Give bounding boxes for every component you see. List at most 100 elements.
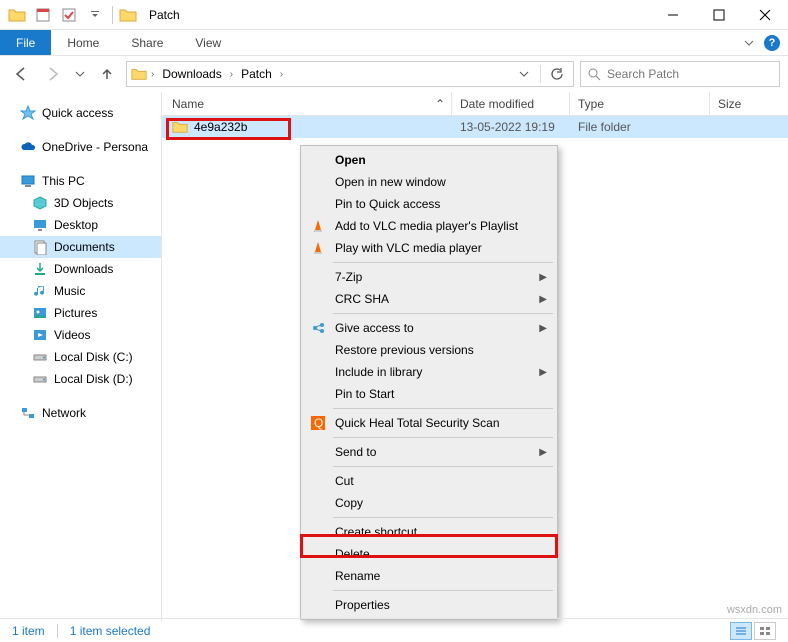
recent-dropdown[interactable] bbox=[72, 61, 88, 87]
watermark: wsxdn.com bbox=[727, 604, 782, 616]
qat-checkbox-icon[interactable] bbox=[58, 4, 80, 26]
vlc-icon bbox=[309, 239, 327, 257]
ribbon-tabs: File Home Share View ? bbox=[0, 30, 788, 56]
qat-divider bbox=[112, 6, 113, 24]
qat-dropdown-icon[interactable] bbox=[84, 4, 106, 26]
ctx-rename[interactable]: Rename bbox=[303, 565, 555, 587]
sidebar-onedrive[interactable]: OneDrive - Persona bbox=[0, 136, 161, 158]
ctx-vlc-play[interactable]: Play with VLC media player bbox=[303, 237, 555, 259]
forward-button[interactable] bbox=[40, 61, 66, 87]
column-size[interactable]: Size bbox=[710, 92, 770, 115]
cloud-icon bbox=[20, 139, 36, 155]
chevron-right-icon[interactable]: › bbox=[151, 69, 154, 80]
ctx-pin-quick-access[interactable]: Pin to Quick access bbox=[303, 193, 555, 215]
status-item-count: 1 item bbox=[12, 624, 45, 638]
ctx-open[interactable]: Open bbox=[303, 149, 555, 171]
close-button[interactable] bbox=[742, 0, 788, 30]
refresh-button[interactable] bbox=[545, 63, 569, 85]
quickheal-icon: Q bbox=[309, 414, 327, 432]
home-tab[interactable]: Home bbox=[51, 30, 115, 55]
divider bbox=[57, 624, 58, 638]
ctx-vlc-add-playlist[interactable]: Add to VLC media player's Playlist bbox=[303, 215, 555, 237]
sidebar-videos[interactable]: Videos bbox=[0, 324, 161, 346]
sidebar-music[interactable]: Music bbox=[0, 280, 161, 302]
qat-properties-icon[interactable] bbox=[32, 4, 54, 26]
breadcrumb-downloads[interactable]: Downloads bbox=[158, 67, 225, 81]
search-icon bbox=[587, 67, 601, 81]
svg-text:Q: Q bbox=[314, 416, 323, 430]
sidebar-local-disk-c[interactable]: Local Disk (C:) bbox=[0, 346, 161, 368]
sidebar-pictures[interactable]: Pictures bbox=[0, 302, 161, 324]
address-folder-icon bbox=[131, 66, 147, 82]
status-selection: 1 item selected bbox=[70, 624, 151, 638]
network-icon bbox=[20, 405, 36, 421]
ctx-copy[interactable]: Copy bbox=[303, 492, 555, 514]
share-icon bbox=[309, 319, 327, 337]
ctx-give-access[interactable]: Give access to▶ bbox=[303, 317, 555, 339]
videos-icon bbox=[32, 327, 48, 343]
up-button[interactable] bbox=[94, 61, 120, 87]
ctx-restore-versions[interactable]: Restore previous versions bbox=[303, 339, 555, 361]
search-placeholder: Search Patch bbox=[607, 67, 679, 81]
sidebar-documents[interactable]: Documents bbox=[0, 236, 161, 258]
ctx-cut[interactable]: Cut bbox=[303, 470, 555, 492]
chevron-right-icon[interactable]: › bbox=[280, 69, 283, 80]
ctx-crc-sha[interactable]: CRC SHA▶ bbox=[303, 288, 555, 310]
sidebar-desktop[interactable]: Desktop bbox=[0, 214, 161, 236]
maximize-button[interactable] bbox=[696, 0, 742, 30]
file-tab[interactable]: File bbox=[0, 30, 51, 55]
ctx-include-library[interactable]: Include in library▶ bbox=[303, 361, 555, 383]
ctx-delete[interactable]: Delete bbox=[303, 543, 555, 565]
menu-separator bbox=[333, 262, 553, 263]
menu-separator bbox=[333, 517, 553, 518]
sidebar-this-pc[interactable]: This PC bbox=[0, 170, 161, 192]
back-button[interactable] bbox=[8, 61, 34, 87]
file-row[interactable]: 4e9a232b 13-05-2022 19:19 File folder bbox=[162, 116, 788, 138]
column-type[interactable]: Type bbox=[570, 92, 710, 115]
ribbon-expand-icon[interactable] bbox=[744, 38, 754, 48]
ctx-7zip[interactable]: 7-Zip▶ bbox=[303, 266, 555, 288]
menu-separator bbox=[333, 408, 553, 409]
menu-separator bbox=[333, 466, 553, 467]
submenu-arrow-icon: ▶ bbox=[539, 323, 547, 334]
drive-icon bbox=[32, 349, 48, 365]
window-title: Patch bbox=[149, 8, 180, 22]
submenu-arrow-icon: ▶ bbox=[539, 272, 547, 283]
ctx-quick-heal-scan[interactable]: QQuick Heal Total Security Scan bbox=[303, 412, 555, 434]
details-view-button[interactable] bbox=[730, 622, 752, 640]
ctx-pin-start[interactable]: Pin to Start bbox=[303, 383, 555, 405]
search-input[interactable]: Search Patch bbox=[580, 61, 780, 87]
menu-separator bbox=[333, 313, 553, 314]
help-icon[interactable]: ? bbox=[764, 35, 780, 51]
pc-icon bbox=[20, 173, 36, 189]
sidebar-network[interactable]: Network bbox=[0, 402, 161, 424]
sort-indicator-icon: ⌃ bbox=[435, 97, 445, 111]
submenu-arrow-icon: ▶ bbox=[539, 294, 547, 305]
sidebar-quick-access[interactable]: Quick access bbox=[0, 102, 161, 124]
menu-separator bbox=[333, 590, 553, 591]
folder-icon bbox=[6, 4, 28, 26]
sidebar-downloads[interactable]: Downloads bbox=[0, 258, 161, 280]
navigation-sidebar: Quick access OneDrive - Persona This PC … bbox=[0, 92, 162, 622]
thumbnails-view-button[interactable] bbox=[754, 622, 776, 640]
ctx-create-shortcut[interactable]: Create shortcut bbox=[303, 521, 555, 543]
breadcrumb-patch[interactable]: Patch bbox=[237, 67, 276, 81]
sidebar-local-disk-d[interactable]: Local Disk (D:) bbox=[0, 368, 161, 390]
chevron-right-icon[interactable]: › bbox=[230, 69, 233, 80]
vlc-icon bbox=[309, 217, 327, 235]
context-menu: Open Open in new window Pin to Quick acc… bbox=[300, 145, 558, 620]
divider bbox=[540, 65, 541, 83]
column-date[interactable]: Date modified bbox=[452, 92, 570, 115]
sidebar-3d-objects[interactable]: 3D Objects bbox=[0, 192, 161, 214]
address-dropdown-button[interactable] bbox=[512, 63, 536, 85]
minimize-button[interactable] bbox=[650, 0, 696, 30]
ctx-send-to[interactable]: Send to▶ bbox=[303, 441, 555, 463]
address-row: › Downloads › Patch › Search Patch bbox=[0, 56, 788, 92]
view-tab[interactable]: View bbox=[179, 30, 237, 55]
ctx-open-new-window[interactable]: Open in new window bbox=[303, 171, 555, 193]
share-tab[interactable]: Share bbox=[115, 30, 179, 55]
column-name[interactable]: Name⌃ bbox=[162, 92, 452, 115]
address-bar[interactable]: › Downloads › Patch › bbox=[126, 61, 574, 87]
file-date: 13-05-2022 19:19 bbox=[452, 120, 570, 134]
ctx-properties[interactable]: Properties bbox=[303, 594, 555, 616]
